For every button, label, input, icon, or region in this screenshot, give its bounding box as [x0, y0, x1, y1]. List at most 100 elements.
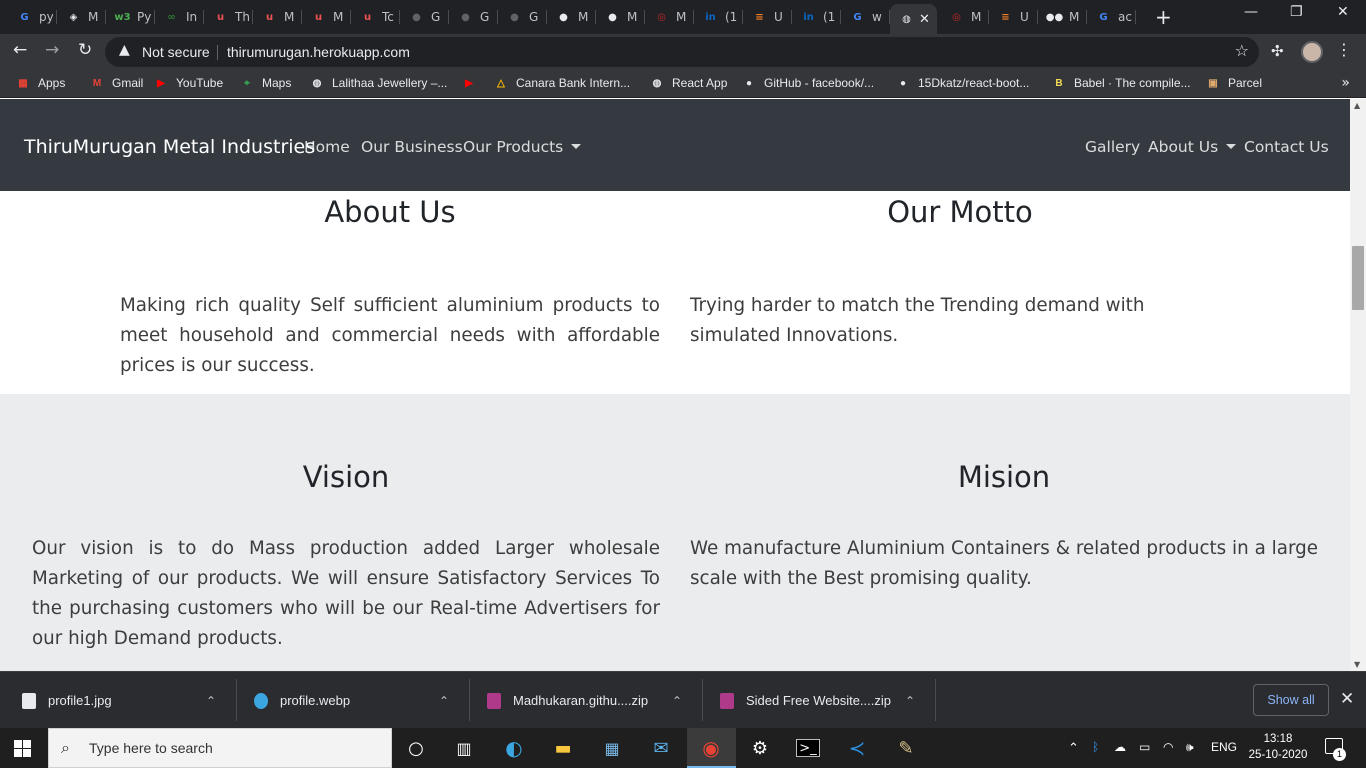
- nav-about-us[interactable]: About Us: [1148, 138, 1237, 156]
- bookmark-label: 15Dkatz/react-boot...: [918, 76, 1030, 90]
- browser-tab[interactable]: ● G: [498, 4, 547, 30]
- warning-icon[interactable]: ▲: [119, 42, 130, 58]
- language-indicator[interactable]: ENG: [1211, 740, 1237, 754]
- browser-tab[interactable]: ●● M: [1038, 4, 1087, 30]
- browser-tab[interactable]: ≡ U: [743, 4, 792, 30]
- bookmark-item[interactable]: ⌖ Maps: [240, 76, 291, 90]
- browser-tab[interactable]: ◍ ✕: [890, 4, 937, 34]
- minimize-icon[interactable]: —: [1244, 4, 1258, 20]
- profile-avatar[interactable]: [1301, 41, 1323, 63]
- paint-icon[interactable]: ✎: [894, 736, 918, 760]
- show-hidden-icons-chevron[interactable]: ⌃: [1068, 740, 1079, 756]
- download-options-chevron-icon[interactable]: ⌃: [672, 672, 682, 729]
- microsoft-store-icon[interactable]: ▦: [600, 736, 624, 760]
- about-motto-section: About Us Making rich quality Self suffic…: [0, 191, 1350, 394]
- bookmark-item[interactable]: M Gmail: [90, 76, 144, 90]
- download-options-chevron-icon[interactable]: ⌃: [905, 672, 915, 729]
- bookmark-item[interactable]: ● GitHub - facebook/...: [742, 76, 874, 90]
- terminal-icon[interactable]: >_: [796, 739, 820, 757]
- edge-icon[interactable]: ◐: [502, 736, 526, 760]
- volume-icon[interactable]: 🕪: [1186, 740, 1194, 755]
- download-item[interactable]: profile.webp: [254, 672, 469, 729]
- bookmark-item[interactable]: ◍ Lalithaa Jewellery –...: [310, 76, 448, 90]
- browser-tab[interactable]: in (1: [792, 4, 841, 30]
- browser-tab[interactable]: ◎ M: [940, 4, 989, 30]
- browser-tab[interactable]: ◎ M: [645, 4, 694, 30]
- browser-tab[interactable]: ≡ U: [989, 4, 1038, 30]
- bookmark-item[interactable]: ▦ Apps: [16, 76, 65, 90]
- site-brand[interactable]: ThiruMurugan Metal Industries: [24, 136, 315, 158]
- chrome-icon[interactable]: ◉: [699, 736, 723, 760]
- back-arrow-icon[interactable]: ←: [13, 40, 27, 60]
- linkedin-icon: in: [705, 11, 716, 23]
- security-label[interactable]: Not secure: [142, 44, 210, 60]
- browser-tab[interactable]: ∞ In: [155, 4, 204, 30]
- close-downloads-icon[interactable]: ✕: [1340, 689, 1354, 709]
- bookmark-item[interactable]: ● 15Dkatz/react-boot...: [896, 76, 1029, 90]
- browser-tab[interactable]: ● G: [400, 4, 449, 30]
- nav-contact-us[interactable]: Contact Us: [1244, 138, 1329, 156]
- chrome-menu-icon[interactable]: ⋮: [1336, 40, 1352, 59]
- page-scrollbar[interactable]: ▲ ▼: [1350, 99, 1366, 671]
- file-explorer-icon[interactable]: ▬: [551, 736, 575, 760]
- download-item[interactable]: Sided Free Website....zip: [720, 672, 935, 729]
- browser-tab[interactable]: Gpy: [8, 4, 57, 30]
- vscode-icon[interactable]: ≺: [845, 736, 869, 760]
- scroll-thumb[interactable]: [1352, 246, 1364, 310]
- taskbar-search-box[interactable]: ⌕ Type here to search: [48, 728, 392, 768]
- bookmark-item[interactable]: B Babel · The compile...: [1052, 76, 1190, 90]
- extensions-puzzle-icon[interactable]: ✣: [1271, 42, 1284, 60]
- download-options-chevron-icon[interactable]: ⌃: [439, 672, 449, 729]
- download-item[interactable]: Madhukaran.githu....zip: [487, 672, 702, 729]
- url-text[interactable]: thirumurugan.herokuapp.com: [227, 44, 410, 60]
- nav-about-us-label: About Us: [1148, 138, 1219, 156]
- browser-tab[interactable]: w3 Py: [106, 4, 155, 30]
- download-item[interactable]: profile1.jpg: [22, 672, 237, 729]
- diamond-icon: ◈: [69, 11, 78, 23]
- browser-tab[interactable]: ● M: [547, 4, 596, 30]
- maximize-icon[interactable]: ❐: [1290, 4, 1303, 20]
- nav-our-business[interactable]: Our Business: [361, 138, 463, 156]
- nav-our-products[interactable]: Our Products: [463, 138, 582, 156]
- download-options-chevron-icon[interactable]: ⌃: [206, 672, 216, 729]
- vision-mission-section: Vision Our vision is to do Mass producti…: [0, 394, 1350, 671]
- battery-icon[interactable]: ▭: [1139, 740, 1150, 754]
- bookmark-item[interactable]: ▣ Parcel: [1206, 76, 1262, 90]
- bookmark-item[interactable]: ◍ React App: [650, 76, 728, 90]
- browser-tab[interactable]: u Th: [204, 4, 253, 30]
- browser-tab[interactable]: ● M: [596, 4, 645, 30]
- browser-tab[interactable]: Gw: [841, 4, 890, 30]
- bookmark-item[interactable]: ▶: [462, 76, 484, 90]
- onedrive-cloud-icon[interactable]: ☁: [1114, 740, 1126, 754]
- bookmark-item[interactable]: ▶ YouTube: [154, 76, 223, 90]
- system-clock[interactable]: 13:18 25-10-2020: [1244, 731, 1312, 763]
- wifi-icon[interactable]: ◠: [1163, 740, 1173, 754]
- show-all-downloads-button[interactable]: Show all: [1253, 684, 1329, 716]
- bookmarks-overflow-icon[interactable]: »: [1341, 75, 1350, 91]
- browser-tab[interactable]: ● G: [449, 4, 498, 30]
- bookmark-star-icon[interactable]: ☆: [1235, 41, 1249, 60]
- settings-gear-icon[interactable]: ⚙: [748, 736, 772, 760]
- nav-home[interactable]: Home: [304, 138, 350, 156]
- nav-gallery[interactable]: Gallery: [1085, 138, 1140, 156]
- bluetooth-icon[interactable]: ᛒ: [1092, 740, 1099, 754]
- address-bar[interactable]: ▲ Not secure thirumurugan.herokuapp.com …: [105, 37, 1259, 67]
- task-view-icon[interactable]: ▥: [452, 736, 476, 760]
- scroll-down-arrow-icon[interactable]: ▼: [1354, 660, 1360, 669]
- browser-tab[interactable]: uM: [253, 4, 302, 30]
- close-tab-icon[interactable]: ✕: [919, 12, 930, 27]
- forward-arrow-icon[interactable]: →: [45, 40, 59, 60]
- reload-icon[interactable]: ↻: [78, 40, 92, 60]
- browser-tab[interactable]: Gac: [1087, 4, 1136, 30]
- new-tab-button[interactable]: +: [1155, 5, 1172, 29]
- close-window-icon[interactable]: ✕: [1337, 4, 1349, 20]
- browser-tab[interactable]: u Tc: [351, 4, 400, 30]
- bookmark-item[interactable]: △ Canara Bank Intern...: [494, 76, 630, 90]
- mail-icon[interactable]: ✉: [649, 736, 673, 760]
- scroll-up-arrow-icon[interactable]: ▲: [1354, 101, 1360, 110]
- cortana-icon[interactable]: ○: [404, 736, 428, 760]
- browser-tab[interactable]: in (1: [694, 4, 743, 30]
- windows-start-icon[interactable]: [14, 740, 31, 757]
- browser-tab[interactable]: ◈ M: [57, 4, 106, 30]
- browser-tab[interactable]: uM: [302, 4, 351, 30]
